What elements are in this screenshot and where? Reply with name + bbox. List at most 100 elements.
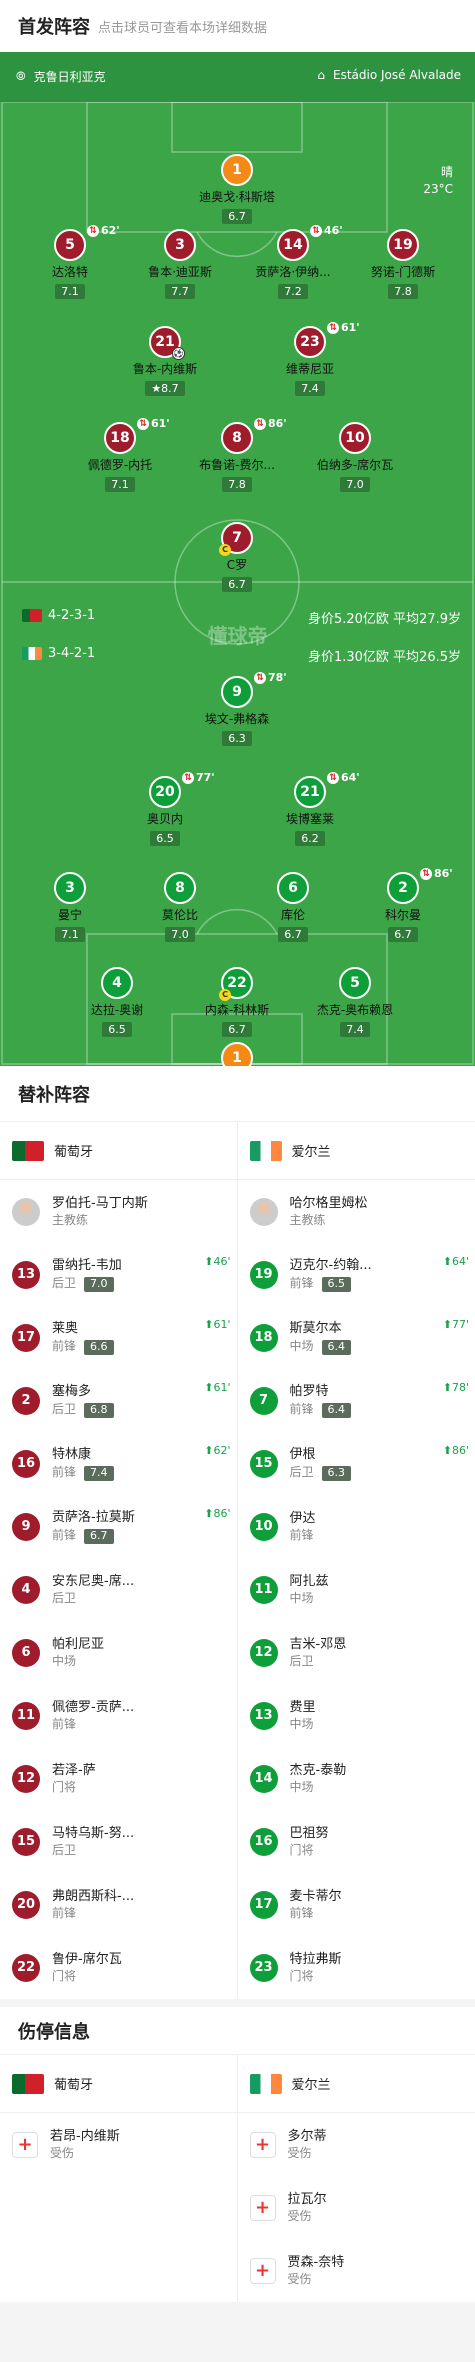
sub-player-row[interactable]: 12若泽-萨门将: [0, 1747, 237, 1810]
sub-out-icon: ⇅: [137, 418, 149, 430]
home-player[interactable]: 19努诺-门德斯7.8: [343, 229, 463, 299]
sub-player-row[interactable]: 13费里中场: [238, 1684, 475, 1747]
sub-number: 11: [12, 1702, 40, 1730]
away-player[interactable]: 5杰克-奥布赖恩7.4: [295, 967, 415, 1037]
sub-player-row[interactable]: 9贡萨洛-拉莫斯前锋6.7⬆86': [0, 1495, 237, 1558]
weather: 晴 23°C: [423, 164, 453, 198]
sub-player-row[interactable]: 16特林康前锋7.4⬆62': [0, 1432, 237, 1495]
ireland-flag-icon: [250, 2074, 282, 2094]
captain-icon: C: [219, 989, 231, 1001]
sub-player-row[interactable]: 15伊根后卫6.3⬆86': [238, 1432, 475, 1495]
home-player[interactable]: 21⚽鲁本-内维斯★8.7: [105, 326, 225, 396]
home-formation-text: 4-2-3-1: [48, 608, 95, 623]
stadium-info: ⌂ Estádio José Alvalade: [317, 68, 461, 82]
sub-time: 78': [268, 671, 287, 684]
away-player[interactable]: 20⇅77'奥贝内6.5: [105, 776, 225, 846]
injury-row[interactable]: +若昂-内维斯受伤: [0, 2113, 237, 2176]
coach-name: 罗伯托-马丁内斯: [52, 1195, 148, 1213]
home-player[interactable]: 8⇅86'布鲁诺-费尔...7.8: [177, 422, 297, 492]
away-player[interactable]: 2⇅86'科尔曼6.7: [343, 872, 463, 942]
sub-name: 斯莫尔本: [290, 1320, 352, 1338]
home-player[interactable]: 10伯纳多-席尔瓦7.0: [295, 422, 415, 492]
sub-player-row[interactable]: 6帕利尼亚中场: [0, 1621, 237, 1684]
sub-name: 马特乌斯-努...: [52, 1825, 134, 1843]
player-rating: 6.5: [150, 831, 180, 846]
sub-number: 22: [12, 1954, 40, 1982]
sub-player-row[interactable]: 19迈克尔-约翰...前锋6.5⬆64': [238, 1243, 475, 1306]
sub-name: 杰克-泰勒: [290, 1762, 347, 1780]
away-player[interactable]: 9⇅78'埃文-弗格森6.3: [177, 676, 297, 746]
home-player[interactable]: 14⇅46'贡萨洛·伊纳...7.2: [233, 229, 353, 299]
sub-time: 86': [434, 867, 453, 880]
away-player[interactable]: 1凯莱赫8.3: [177, 1042, 297, 1066]
sub-player-row[interactable]: 16巴祖努门将: [238, 1810, 475, 1873]
away-player[interactable]: 6库伦6.7: [233, 872, 353, 942]
sub-number: 9: [12, 1513, 40, 1541]
player-name: C罗: [177, 556, 297, 573]
portugal-flag-icon: [12, 2074, 44, 2094]
sub-number: 20: [12, 1891, 40, 1919]
sub-player-row[interactable]: 23特拉弗斯门将: [238, 1936, 475, 1999]
home-player[interactable]: 3鲁本·迪亚斯7.7: [120, 229, 240, 299]
away-coach-row[interactable]: 哈尔格里姆松主教练: [238, 1180, 475, 1243]
player-rating: 7.4: [340, 1022, 370, 1037]
sub-player-row[interactable]: 20弗朗西斯科-...前锋: [0, 1873, 237, 1936]
sub-position: 后卫: [52, 1591, 76, 1605]
whistle-icon: ⦾: [16, 69, 26, 84]
player-name: 迪奥戈·科斯塔: [177, 188, 297, 205]
sub-in-time: ⬆61': [204, 1318, 230, 1331]
home-player[interactable]: 18⇅61'佩德罗-内托7.1: [60, 422, 180, 492]
away-player[interactable]: 4达拉-奥谢6.5: [57, 967, 177, 1037]
sub-name: 阿扎兹: [290, 1573, 329, 1591]
subs-title: 替补阵容: [0, 1066, 475, 1122]
injury-row[interactable]: +贾森-奈特受伤: [238, 2239, 475, 2302]
sub-name: 弗朗西斯科-...: [52, 1888, 134, 1906]
sub-number: 13: [12, 1261, 40, 1289]
sub-player-row[interactable]: 14杰克-泰勒中场: [238, 1747, 475, 1810]
sub-player-row[interactable]: 7帕罗特前锋6.4⬆78': [238, 1369, 475, 1432]
away-player[interactable]: 21⇅64'埃博塞莱6.2: [250, 776, 370, 846]
footer-spacer: [0, 2302, 475, 2362]
player-rating: 7.0: [165, 927, 195, 942]
player-rating: 7.2: [278, 284, 308, 299]
injury-row[interactable]: +多尔蒂受伤: [238, 2113, 475, 2176]
sub-time: 62': [101, 224, 120, 237]
sub-player-row[interactable]: 15马特乌斯-努...后卫: [0, 1810, 237, 1873]
sub-number: 16: [12, 1450, 40, 1478]
sub-position: 后卫: [52, 1843, 76, 1857]
sub-position: 门将: [52, 1780, 76, 1794]
sub-player-row[interactable]: 18斯莫尔本中场6.4⬆77': [238, 1306, 475, 1369]
away-player[interactable]: 3曼宁7.1: [10, 872, 130, 942]
away-player[interactable]: 22C内森-科林斯6.7: [177, 967, 297, 1037]
sub-player-row[interactable]: 11阿扎兹中场: [238, 1558, 475, 1621]
home-player[interactable]: 23⇅61'维蒂尼亚7.4: [250, 326, 370, 396]
away-player[interactable]: 8莫伦比7.0: [120, 872, 240, 942]
sub-player-row[interactable]: 17麦卡蒂尔前锋: [238, 1873, 475, 1936]
sub-player-row[interactable]: 12吉米-邓恩后卫: [238, 1621, 475, 1684]
sub-number: 11: [250, 1576, 278, 1604]
player-number: 3: [164, 229, 196, 261]
sub-player-row[interactable]: 11佩德罗-贡萨...前锋: [0, 1684, 237, 1747]
sub-player-row[interactable]: 10伊达前锋: [238, 1495, 475, 1558]
home-player[interactable]: 1迪奥戈·科斯塔6.7: [177, 154, 297, 224]
sub-number: 7: [250, 1387, 278, 1415]
home-player[interactable]: 5⇅62'达洛特7.1: [10, 229, 130, 299]
sub-player-row[interactable]: 22鲁伊-席尔瓦门将: [0, 1936, 237, 1999]
player-number: 1: [221, 154, 253, 186]
injury-row[interactable]: +拉瓦尔受伤: [238, 2176, 475, 2239]
sub-player-row[interactable]: 17莱奥前锋6.6⬆61': [0, 1306, 237, 1369]
sub-name: 帕罗特: [290, 1383, 352, 1401]
coach-avatar: [250, 1198, 278, 1226]
home-formation: 4-2-3-1: [22, 608, 95, 623]
home-coach-row[interactable]: 罗伯托-马丁内斯主教练: [0, 1180, 237, 1243]
home-player[interactable]: 7CC罗6.7: [177, 522, 297, 592]
sub-time: 46': [324, 224, 343, 237]
sub-name: 巴祖努: [290, 1825, 329, 1843]
sub-player-row[interactable]: 2塞梅多后卫6.8⬆61': [0, 1369, 237, 1432]
sub-rating: 6.4: [322, 1403, 352, 1418]
sub-player-row[interactable]: 4安东尼奥-席...后卫: [0, 1558, 237, 1621]
player-rating: ★8.7: [145, 381, 184, 396]
sub-in-time: ⬆77': [443, 1318, 469, 1331]
sub-player-row[interactable]: 13雷纳托-韦加后卫7.0⬆46': [0, 1243, 237, 1306]
ball-icon: ⚽: [172, 347, 185, 360]
